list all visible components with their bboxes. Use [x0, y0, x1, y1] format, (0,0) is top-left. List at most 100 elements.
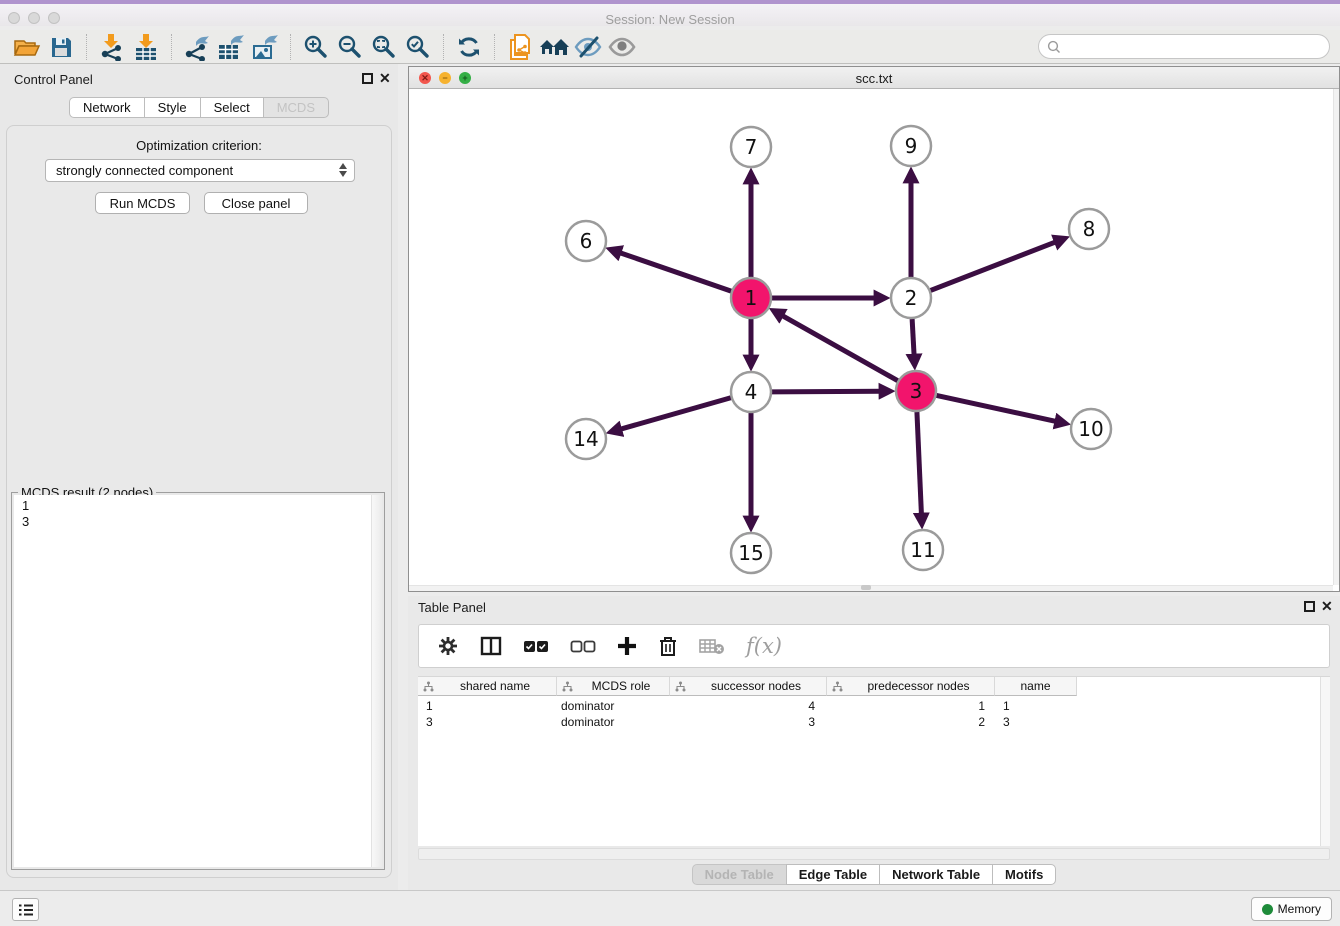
first-neighbors-icon[interactable] [537, 32, 571, 62]
float-table-panel-icon[interactable] [1304, 601, 1315, 612]
graph-node-label: 14 [573, 427, 598, 451]
cell-successor-nodes[interactable]: 3 [670, 714, 827, 730]
tab-style[interactable]: Style [144, 97, 201, 118]
table-row[interactable]: 3 dominator 3 2 3 [418, 714, 1077, 730]
column-header-successor-nodes[interactable]: successor nodes [670, 677, 827, 696]
tab-motifs[interactable]: Motifs [992, 864, 1056, 885]
clone-network-icon[interactable] [503, 32, 537, 62]
result-line: 3 [22, 514, 382, 530]
search-field[interactable] [1038, 34, 1330, 59]
graph-edge-1-6[interactable] [618, 252, 731, 291]
result-scrollbar[interactable] [371, 495, 382, 867]
table-tabs: Node Table Edge Table Network Table Moti… [408, 864, 1340, 885]
close-panel-icon[interactable]: ✕ [379, 70, 391, 86]
memory-label: Memory [1278, 902, 1321, 916]
column-selector-icon[interactable] [480, 636, 502, 656]
column-header-predecessor-nodes[interactable]: predecessor nodes [827, 677, 995, 696]
function-builder-icon[interactable]: f(x) [746, 634, 782, 658]
tab-select[interactable]: Select [200, 97, 264, 118]
zoom-selected-icon[interactable] [401, 32, 435, 62]
export-network-icon[interactable] [180, 32, 214, 62]
import-network-icon[interactable] [95, 32, 129, 62]
cell-shared-name[interactable]: 3 [418, 714, 557, 730]
column-header-shared-name[interactable]: shared name [418, 677, 557, 696]
delete-table-icon[interactable] [699, 637, 725, 655]
network-view-window: ✕ − + scc.txt 1234678910111415 [408, 66, 1340, 592]
show-all-icon[interactable] [605, 32, 639, 62]
float-panel-icon[interactable] [362, 73, 373, 84]
graph-edge-3-1[interactable] [781, 315, 898, 381]
task-history-button[interactable] [12, 898, 39, 921]
cell-successor-nodes[interactable]: 4 [670, 698, 827, 714]
network-window-titlebar[interactable]: ✕ − + scc.txt [409, 67, 1339, 89]
mcds-panel: Optimization criterion: strongly connect… [6, 125, 392, 878]
column-header-mcds-role[interactable]: MCDS role [557, 677, 670, 696]
export-image-icon[interactable] [248, 32, 282, 62]
toolbar-separator [494, 34, 495, 60]
tab-node-table[interactable]: Node Table [692, 864, 787, 885]
graph-node-label: 4 [745, 380, 758, 404]
zoom-in-icon[interactable] [299, 32, 333, 62]
tab-network[interactable]: Network [69, 97, 145, 118]
status-bar: Memory [0, 890, 1340, 926]
add-column-icon[interactable] [617, 636, 637, 656]
graph-edge-3-10[interactable] [937, 395, 1058, 421]
cell-name[interactable]: 1 [995, 698, 1077, 714]
cell-name[interactable]: 3 [995, 714, 1077, 730]
chevron-up-down-icon [339, 163, 347, 177]
node-table[interactable]: shared name MCDS role successor nodes pr… [418, 676, 1330, 846]
close-table-panel-icon[interactable]: ✕ [1321, 598, 1333, 614]
tab-network-table[interactable]: Network Table [879, 864, 993, 885]
mcds-result-text[interactable]: 1 3 [14, 495, 382, 867]
zoom-out-icon[interactable] [333, 32, 367, 62]
memory-button[interactable]: Memory [1251, 897, 1332, 921]
graph-edge-4-3[interactable] [772, 391, 882, 392]
column-type-icon [832, 681, 843, 692]
hide-selected-icon[interactable] [571, 32, 605, 62]
delete-column-icon[interactable] [658, 635, 678, 657]
tab-mcds[interactable]: MCDS [263, 97, 329, 118]
cell-shared-name[interactable]: 1 [418, 698, 557, 714]
import-table-icon[interactable] [129, 32, 163, 62]
graph-canvas[interactable]: 1234678910111415 [409, 89, 1339, 592]
refresh-icon[interactable] [452, 32, 486, 62]
zoom-fit-icon[interactable] [367, 32, 401, 62]
graph-edge-2-8[interactable] [931, 241, 1058, 290]
search-icon [1047, 40, 1061, 54]
deselect-all-icon[interactable] [570, 640, 596, 653]
graph-edge-2-3[interactable] [912, 319, 914, 357]
network-horizontal-scrollbar[interactable] [409, 585, 1333, 591]
graph-edge-4-14[interactable] [619, 398, 731, 430]
close-panel-button[interactable]: Close panel [204, 192, 308, 214]
tab-edge-table[interactable]: Edge Table [786, 864, 880, 885]
column-type-icon [423, 681, 434, 692]
network-vertical-scrollbar[interactable] [1333, 89, 1339, 585]
mcds-result-group: MCDS result (2 nodes) 1 3 [11, 492, 385, 870]
optimization-criterion-select[interactable]: strongly connected component [45, 159, 355, 182]
search-input[interactable] [1066, 39, 1329, 54]
table-settings-gear-icon[interactable] [437, 635, 459, 657]
app-titlebar: Session: New Session [0, 0, 1340, 26]
graph-node-label: 8 [1083, 217, 1096, 241]
table-row[interactable]: 1 dominator 4 1 1 [418, 698, 1077, 714]
run-mcds-button[interactable]: Run MCDS [95, 192, 190, 214]
cell-predecessor-nodes[interactable]: 1 [827, 698, 995, 714]
control-panel-title: Control Panel [14, 72, 93, 87]
table-vertical-scrollbar[interactable] [1320, 677, 1330, 846]
open-session-icon[interactable] [10, 32, 44, 62]
graph-edge-3-11[interactable] [917, 412, 922, 516]
cell-mcds-role[interactable]: dominator [557, 698, 670, 714]
list-icon [18, 903, 34, 917]
select-all-icon[interactable] [523, 640, 549, 653]
export-table-icon[interactable] [214, 32, 248, 62]
network-view-title: scc.txt [409, 71, 1339, 86]
column-type-icon [675, 681, 686, 692]
table-horizontal-scrollbar[interactable] [418, 848, 1330, 860]
save-session-icon[interactable] [44, 32, 78, 62]
toolbar-separator [171, 34, 172, 60]
column-header-name[interactable]: name [995, 677, 1077, 696]
cell-predecessor-nodes[interactable]: 2 [827, 714, 995, 730]
graph-node-label: 1 [745, 286, 758, 310]
toolbar-separator [443, 34, 444, 60]
cell-mcds-role[interactable]: dominator [557, 714, 670, 730]
